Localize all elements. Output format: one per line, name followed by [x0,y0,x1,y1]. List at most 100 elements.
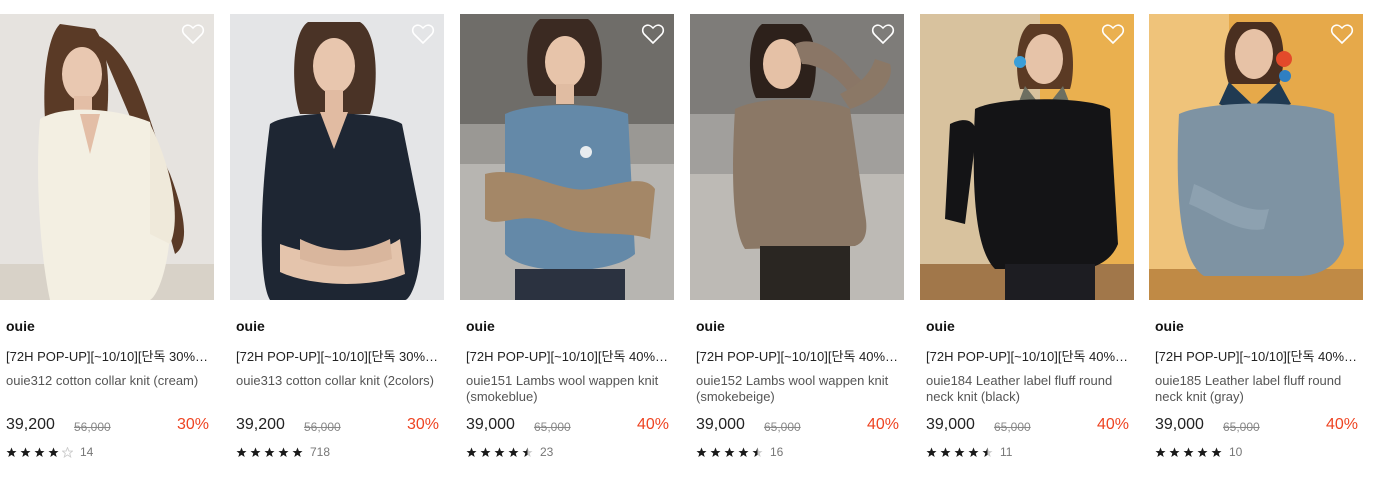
star-icon [738,447,749,457]
star-icon [292,447,303,457]
rating: 718 [236,445,330,459]
wishlist-heart-icon[interactable] [871,23,895,45]
product-brand[interactable]: ouie [696,318,725,334]
star-icon [1197,447,1208,457]
star-icon [6,447,17,457]
discount-rate: 40% [1325,416,1358,433]
product-promo-title[interactable]: [72H POP-UP][~10/10][단독 40%] ouie184 Lea… [926,346,1130,365]
star-icon [1169,447,1180,457]
product-image[interactable] [1149,14,1363,300]
rating: 11 [926,445,1012,459]
product-promo-title[interactable]: [72H POP-UP][~10/10][단독 40%] ouie151 Lam… [466,346,670,365]
discount-rate: 30% [176,416,209,433]
sale-price: 39,000 [926,416,975,433]
original-price: 56,000 [304,420,341,434]
discount-rate: 40% [1096,416,1129,433]
product-card[interactable]: ouie [72H POP-UP][~10/10][단독 40%] ouie18… [920,14,1134,474]
wishlist-heart-icon[interactable] [1330,23,1354,45]
product-photo [690,14,904,300]
original-price: 65,000 [1223,420,1260,434]
star-icon [1183,447,1194,457]
product-card[interactable]: ouie [72H POP-UP][~10/10][단독 30%] ouie31… [0,14,214,474]
review-count: 14 [80,445,94,459]
product-brand[interactable]: ouie [236,318,265,334]
sale-price: 39,200 [6,416,55,433]
product-name[interactable]: ouie313 cotton collar knit (2colors) [236,373,440,389]
product-name[interactable]: ouie312 cotton collar knit (cream) [6,373,210,389]
star-icon [62,446,73,458]
product-promo-title[interactable]: [72H POP-UP][~10/10][단독 40%] ouie185 Lea… [1155,346,1359,365]
product-photo [0,14,214,300]
star-icon [696,447,707,457]
review-count: 16 [770,445,784,459]
wishlist-heart-icon[interactable] [181,23,205,45]
product-brand[interactable]: ouie [926,318,955,334]
star-icon [34,447,45,457]
wishlist-heart-icon[interactable] [411,23,435,45]
wishlist-heart-icon[interactable] [641,23,665,45]
rating-stars [696,447,766,458]
star-icon [1155,447,1166,457]
discount-rate: 40% [866,416,899,433]
rating-stars [6,446,76,458]
star-icon [982,447,993,457]
product-promo-title[interactable]: [72H POP-UP][~10/10][단독 40%] ouie152 Lam… [696,346,900,365]
product-card[interactable]: ouie [72H POP-UP][~10/10][단독 40%] ouie18… [1149,14,1363,474]
product-brand[interactable]: ouie [6,318,35,334]
star-icon [236,447,247,457]
rating: 23 [466,445,553,459]
product-brand[interactable]: ouie [1155,318,1184,334]
product-image[interactable] [230,14,444,300]
product-photo [230,14,444,300]
star-icon [940,447,951,457]
product-name[interactable]: ouie184 Leather label fluff round neck k… [926,373,1130,405]
wishlist-heart-icon[interactable] [1101,23,1125,45]
star-icon [926,447,937,457]
product-image[interactable] [920,14,1134,300]
review-count: 23 [540,445,554,459]
star-icon [724,447,735,457]
sale-price: 39,200 [236,416,285,433]
product-card[interactable]: ouie [72H POP-UP][~10/10][단독 30%] ouie31… [230,14,444,474]
original-price: 65,000 [764,420,801,434]
rating-stars [236,447,306,458]
product-photo [1149,14,1363,300]
product-promo-title[interactable]: [72H POP-UP][~10/10][단독 30%] ouie312 cot… [6,346,210,365]
discount-rate: 40% [636,416,669,433]
star-icon [20,447,31,457]
review-count: 718 [310,445,331,459]
product-brand[interactable]: ouie [466,318,495,334]
star-icon [522,447,533,457]
product-image[interactable] [690,14,904,300]
review-count: 10 [1229,445,1243,459]
review-count: 11 [1000,445,1013,459]
star-icon [278,447,289,457]
product-name[interactable]: ouie185 Leather label fluff round neck k… [1155,373,1359,405]
star-icon [466,447,477,457]
product-name[interactable]: ouie152 Lambs wool wappen knit (smokebei… [696,373,900,405]
product-card[interactable]: ouie [72H POP-UP][~10/10][단독 40%] ouie15… [460,14,674,474]
star-icon [968,447,979,457]
star-icon [494,447,505,457]
discount-rate: 30% [406,416,439,433]
star-icon [710,447,721,457]
product-image[interactable] [460,14,674,300]
star-icon [954,447,965,457]
rating: 10 [1155,445,1242,459]
product-card[interactable]: ouie [72H POP-UP][~10/10][단독 40%] ouie15… [690,14,904,474]
star-icon [480,447,491,457]
product-name[interactable]: ouie151 Lambs wool wappen knit (smokeblu… [466,373,670,405]
star-icon [752,447,763,457]
original-price: 65,000 [534,420,571,434]
rating-stars [466,447,536,458]
product-image[interactable] [0,14,214,300]
rating: 16 [696,445,783,459]
rating-stars [926,447,996,458]
star-icon [1211,447,1222,457]
star-icon [48,447,59,457]
product-promo-title[interactable]: [72H POP-UP][~10/10][단독 30%] ouie313 cot… [236,346,440,365]
star-icon [250,447,261,457]
product-photo [920,14,1134,300]
product-photo [460,14,674,300]
star-icon [264,447,275,457]
